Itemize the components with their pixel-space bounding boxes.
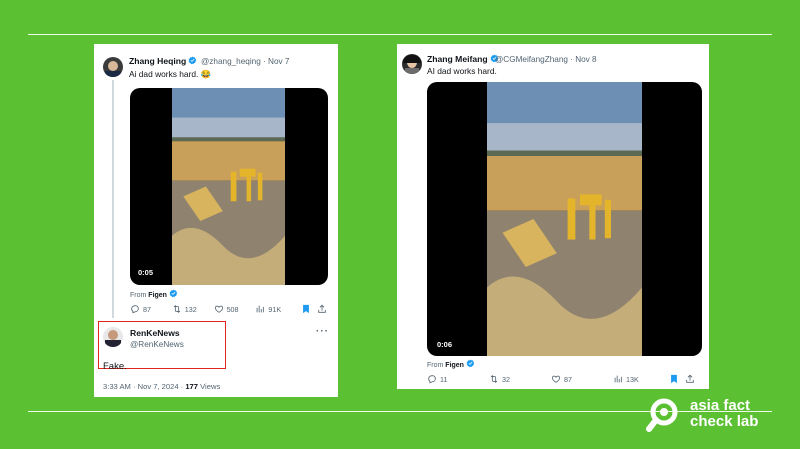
handle-text[interactable]: @CGMeifangZhang	[495, 55, 568, 64]
share-icon	[685, 374, 695, 384]
video-source[interactable]: From Figen	[427, 359, 475, 369]
handle-text[interactable]: @zhang_heqing	[201, 57, 261, 66]
author-name[interactable]: Zhang Heqing	[129, 56, 197, 66]
video-timecode: 0:05	[138, 268, 154, 277]
asia-fact-check-lab-logo: asia fact check lab	[646, 388, 776, 438]
reply-count: 87	[143, 304, 151, 314]
views-icon	[613, 374, 623, 384]
tweet-date[interactable]: · Nov 8	[570, 55, 596, 64]
from-name[interactable]: Figen	[148, 292, 167, 299]
avatar[interactable]	[402, 54, 422, 74]
video-player[interactable]: 0:06	[427, 82, 702, 356]
share-button[interactable]	[685, 374, 698, 384]
magnifier-logo-icon	[646, 398, 678, 432]
like-count: 508	[226, 304, 239, 314]
from-name[interactable]: Figen	[445, 362, 464, 369]
action-bar: 87 132 508 91K	[130, 304, 330, 314]
video-timecode: 0:06	[437, 340, 453, 349]
avatar[interactable]	[103, 57, 123, 77]
reply-author-name[interactable]: RenKeNews	[130, 328, 180, 338]
from-label: From	[130, 292, 147, 299]
retweet-count: 32	[502, 374, 510, 384]
reply-views-label: Views	[200, 382, 221, 391]
like-button[interactable]: 87	[551, 374, 613, 384]
tweet-text: Ai dad works hard. 😂	[129, 69, 212, 79]
thread-line	[112, 80, 114, 318]
retweet-button[interactable]: 132	[172, 304, 214, 314]
video-frame	[487, 82, 642, 356]
retweet-icon	[489, 374, 499, 384]
reply-views-count: 177	[185, 382, 198, 391]
retweet-icon	[172, 304, 182, 314]
action-bar: 11 32 87 13K	[427, 374, 707, 384]
right-tweet-card: Zhang Meifang @CGMeifangZhang · Nov 8 AI…	[397, 44, 709, 389]
reply-author-handle[interactable]: @RenKeNews	[130, 340, 184, 349]
verified-badge-icon	[188, 56, 197, 65]
retweet-button[interactable]: 32	[489, 374, 551, 384]
retweet-count: 132	[184, 304, 197, 314]
logo-line-1: asia fact	[690, 397, 751, 414]
reply-timestamp[interactable]: 3:33 AM · Nov 7, 2024 ·	[103, 382, 183, 391]
bookmark-icon	[669, 374, 679, 384]
reply-icon	[427, 374, 437, 384]
verified-badge-icon	[169, 289, 178, 298]
more-icon[interactable]: ···	[316, 326, 329, 337]
like-count: 87	[564, 374, 572, 384]
views-button[interactable]: 91K	[255, 304, 301, 314]
like-icon	[551, 374, 561, 384]
share-icon	[317, 304, 327, 314]
bookmark-icon	[301, 304, 311, 314]
video-source[interactable]: From Figen	[130, 289, 178, 299]
video-frame	[172, 88, 285, 285]
logo-line-2: check lab	[690, 413, 759, 430]
reply-icon	[130, 304, 140, 314]
verified-badge-icon	[466, 359, 475, 368]
views-icon	[255, 304, 265, 314]
bookmark-button[interactable]	[669, 374, 685, 384]
top-divider	[28, 34, 772, 35]
share-button[interactable]	[317, 304, 330, 314]
author-handle[interactable]: @zhang_heqing · Nov 7	[201, 57, 289, 66]
author-name[interactable]: Zhang Meifang	[427, 54, 499, 64]
tweet-text: AI dad works hard.	[427, 66, 497, 76]
from-label: From	[427, 362, 444, 369]
reply-count: 11	[440, 374, 448, 384]
video-player[interactable]: 0:05	[130, 88, 328, 285]
like-button[interactable]: 508	[214, 304, 256, 314]
like-icon	[214, 304, 224, 314]
bookmark-button[interactable]	[301, 304, 317, 314]
reply-meta: 3:33 AM · Nov 7, 2024 · 177 Views	[103, 382, 220, 391]
author-name-text[interactable]: Zhang Meifang	[427, 54, 488, 64]
left-tweet-card: Zhang Heqing @zhang_heqing · Nov 7 Ai da…	[94, 44, 338, 397]
views-count: 13K	[626, 374, 639, 384]
views-button[interactable]: 13K	[613, 374, 669, 384]
reply-text: Fake.	[103, 361, 127, 372]
views-count: 91K	[268, 304, 282, 314]
tweet-date[interactable]: · Nov 7	[263, 57, 289, 66]
reply-button[interactable]: 87	[130, 304, 172, 314]
author-name-text[interactable]: Zhang Heqing	[129, 56, 186, 66]
reply-avatar[interactable]	[103, 327, 123, 347]
reply-button[interactable]: 11	[427, 374, 489, 384]
author-handle[interactable]: @CGMeifangZhang · Nov 8	[495, 55, 597, 64]
